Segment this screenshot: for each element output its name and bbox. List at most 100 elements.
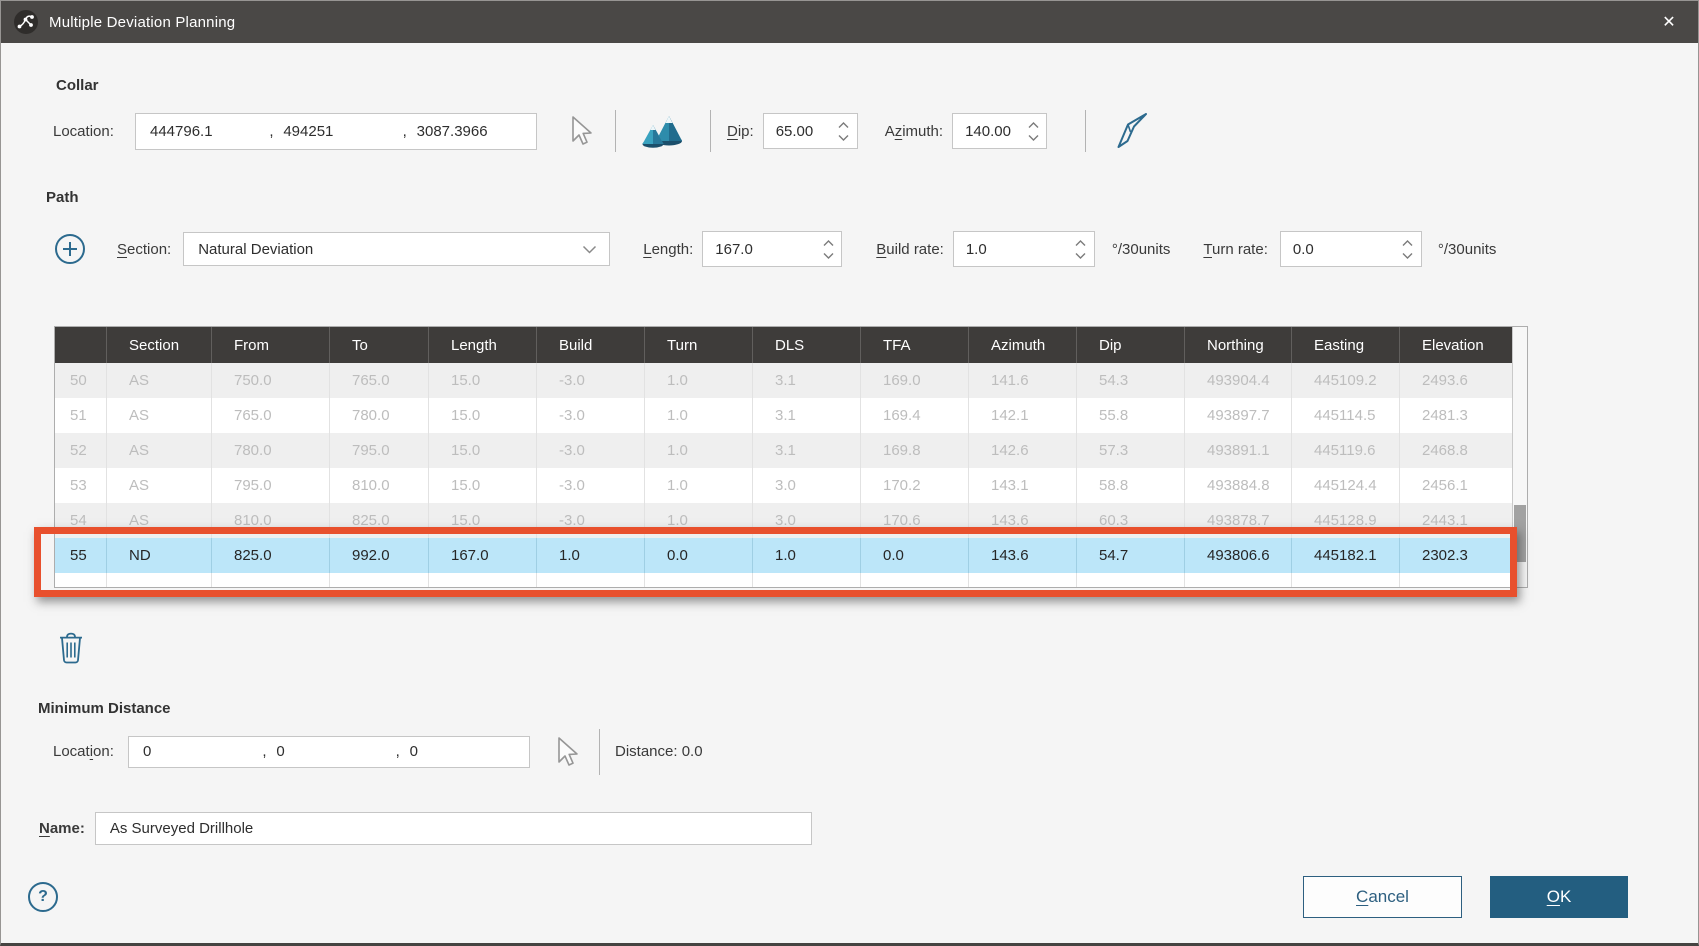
- spinner-down-icon[interactable]: [1075, 252, 1086, 259]
- table-cell[interactable]: -3.0: [537, 503, 645, 538]
- row-index-cell[interactable]: 55: [55, 538, 107, 573]
- table-cell[interactable]: 141.6: [969, 363, 1077, 398]
- table-cell[interactable]: 810.0: [212, 503, 330, 538]
- table-cell[interactable]: 15.0: [429, 503, 537, 538]
- add-section-button[interactable]: [54, 233, 86, 265]
- table-cell[interactable]: 169.8: [861, 433, 969, 468]
- row-index-cell[interactable]: 54: [55, 503, 107, 538]
- name-input[interactable]: As Surveyed Drillhole: [95, 812, 812, 845]
- table-cell[interactable]: ND: [107, 538, 212, 573]
- table-row[interactable]: 53AS795.0810.015.0-3.01.03.0170.2143.158…: [55, 468, 1512, 503]
- table-cell[interactable]: AS: [107, 503, 212, 538]
- table-cell[interactable]: 3.0: [753, 468, 861, 503]
- table-cell[interactable]: AS: [107, 398, 212, 433]
- table-cell[interactable]: 493904.4: [1185, 363, 1292, 398]
- table-cell[interactable]: 765.0: [212, 398, 330, 433]
- vertical-scrollbar[interactable]: [1512, 327, 1527, 587]
- edit-orientation-button[interactable]: [1114, 111, 1150, 151]
- table-cell[interactable]: [753, 573, 861, 587]
- table-cell[interactable]: 795.0: [330, 433, 429, 468]
- table-cell[interactable]: 15.0: [429, 468, 537, 503]
- table-cell[interactable]: 2493.6: [1400, 363, 1512, 398]
- table-cell[interactable]: [1077, 573, 1185, 587]
- table-cell[interactable]: 780.0: [330, 398, 429, 433]
- spinner-down-icon[interactable]: [823, 252, 834, 259]
- row-index-cell[interactable]: 53: [55, 468, 107, 503]
- table-cell[interactable]: 493884.8: [1185, 468, 1292, 503]
- table-cell[interactable]: 2456.1: [1400, 468, 1512, 503]
- table-cell[interactable]: -3.0: [537, 398, 645, 433]
- table-cell[interactable]: [330, 573, 429, 587]
- table-cell[interactable]: 143.6: [969, 503, 1077, 538]
- table-cell[interactable]: 143.1: [969, 468, 1077, 503]
- row-index-cell[interactable]: 50: [55, 363, 107, 398]
- min-distance-scene-pick-button[interactable]: [553, 736, 579, 768]
- spinner-up-icon[interactable]: [823, 240, 834, 247]
- table-cell[interactable]: 1.0: [645, 468, 753, 503]
- row-index-cell[interactable]: 52: [55, 433, 107, 468]
- table-cell[interactable]: 445109.2: [1292, 363, 1400, 398]
- topography-pick-button[interactable]: [638, 113, 686, 149]
- spinner-up-icon[interactable]: [1075, 240, 1086, 247]
- table-cell[interactable]: [55, 573, 107, 587]
- table-row-partial[interactable]: [55, 573, 1512, 587]
- azimuth-spinner[interactable]: 140.00: [952, 113, 1047, 149]
- spinner-down-icon[interactable]: [1028, 134, 1039, 141]
- table-cell[interactable]: 15.0: [429, 398, 537, 433]
- table-cell[interactable]: [212, 573, 330, 587]
- scrollbar-thumb[interactable]: [1514, 505, 1526, 562]
- table-cell[interactable]: 3.0: [753, 503, 861, 538]
- delete-section-button[interactable]: [56, 629, 86, 665]
- table-cell[interactable]: 2443.1: [1400, 503, 1512, 538]
- table-cell[interactable]: -3.0: [537, 433, 645, 468]
- table-cell[interactable]: 15.0: [429, 433, 537, 468]
- min-distance-location-input[interactable]: 0 , 0 , 0: [128, 736, 530, 768]
- spinner-down-icon[interactable]: [1402, 252, 1413, 259]
- table-cell[interactable]: -3.0: [537, 468, 645, 503]
- table-cell[interactable]: 58.8: [1077, 468, 1185, 503]
- table-cell[interactable]: [1292, 573, 1400, 587]
- table-row[interactable]: 52AS780.0795.015.0-3.01.03.1169.8142.657…: [55, 433, 1512, 468]
- spinner-up-icon[interactable]: [1402, 240, 1413, 247]
- close-button[interactable]: ✕: [1640, 1, 1698, 43]
- table-row[interactable]: 50AS750.0765.015.0-3.01.03.1169.0141.654…: [55, 363, 1512, 398]
- spinner-up-icon[interactable]: [838, 122, 849, 129]
- table-row-selected[interactable]: 55ND825.0992.0167.01.00.01.00.0143.654.7…: [55, 538, 1512, 573]
- table-cell[interactable]: 1.0: [537, 538, 645, 573]
- collar-scene-pick-button[interactable]: [567, 115, 593, 147]
- table-cell[interactable]: 1.0: [645, 363, 753, 398]
- table-cell[interactable]: 60.3: [1077, 503, 1185, 538]
- table-cell[interactable]: 170.6: [861, 503, 969, 538]
- cancel-button[interactable]: Cancel: [1303, 876, 1462, 918]
- table-cell[interactable]: AS: [107, 468, 212, 503]
- table-cell[interactable]: 765.0: [330, 363, 429, 398]
- table-cell[interactable]: 3.1: [753, 398, 861, 433]
- table-cell[interactable]: 1.0: [645, 398, 753, 433]
- table-cell[interactable]: 445124.4: [1292, 468, 1400, 503]
- ok-button[interactable]: OK: [1490, 876, 1628, 918]
- spinner-up-icon[interactable]: [1028, 122, 1039, 129]
- table-cell[interactable]: 2302.3: [1400, 538, 1512, 573]
- table-cell[interactable]: 142.1: [969, 398, 1077, 433]
- table-cell[interactable]: AS: [107, 363, 212, 398]
- table-cell[interactable]: 55.8: [1077, 398, 1185, 433]
- help-button[interactable]: ?: [28, 882, 58, 912]
- table-cell[interactable]: 3.1: [753, 363, 861, 398]
- table-cell[interactable]: 493897.7: [1185, 398, 1292, 433]
- table-cell[interactable]: 0.0: [861, 538, 969, 573]
- turn-rate-spinner[interactable]: 0.0: [1280, 231, 1422, 267]
- collar-location-input[interactable]: 444796.1 , 494251 , 3087.3966: [135, 113, 537, 150]
- table-cell[interactable]: [969, 573, 1077, 587]
- table-cell[interactable]: 170.2: [861, 468, 969, 503]
- table-cell[interactable]: [861, 573, 969, 587]
- table-row[interactable]: 54AS810.0825.015.0-3.01.03.0170.6143.660…: [55, 503, 1512, 538]
- table-cell[interactable]: 142.6: [969, 433, 1077, 468]
- spinner-down-icon[interactable]: [838, 134, 849, 141]
- table-cell[interactable]: 15.0: [429, 363, 537, 398]
- build-rate-spinner[interactable]: 1.0: [953, 231, 1095, 267]
- table-cell[interactable]: 445182.1: [1292, 538, 1400, 573]
- dip-spinner[interactable]: 65.00: [763, 113, 858, 149]
- table-cell[interactable]: AS: [107, 433, 212, 468]
- section-dropdown[interactable]: Natural Deviation: [183, 232, 610, 266]
- table-cell[interactable]: 169.0: [861, 363, 969, 398]
